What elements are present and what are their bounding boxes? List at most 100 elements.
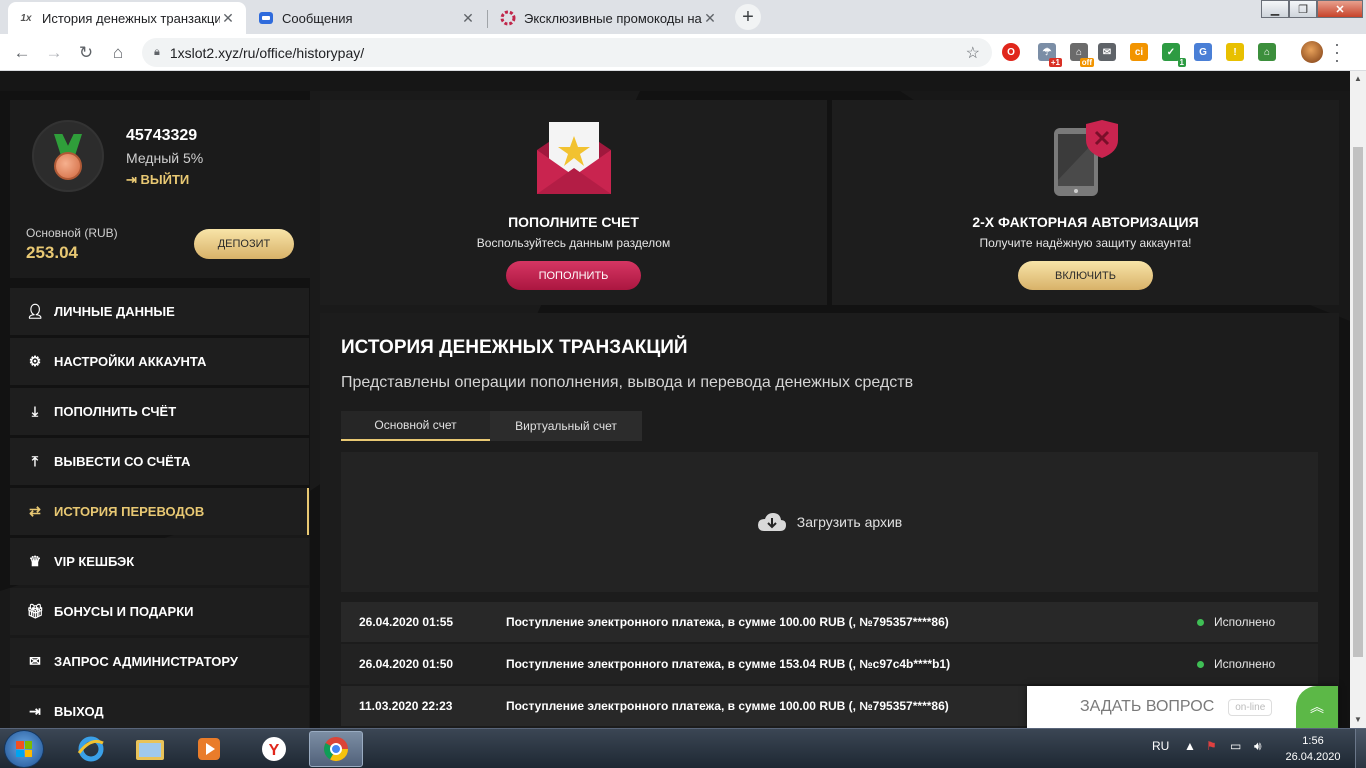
clock-time: 1:56 <box>1302 735 1324 747</box>
crown-icon: ♛ <box>28 553 42 569</box>
tab-virtual-account[interactable]: Виртуальный счет <box>490 411 642 441</box>
close-icon[interactable]: ✕ <box>460 10 476 27</box>
ext-badge: 1 <box>1177 58 1186 67</box>
tab-title: Сообщения <box>282 10 353 26</box>
gift-icon: 🎁︎ <box>26 603 44 619</box>
tab-main-account[interactable]: Основной счет <box>341 411 490 441</box>
opera-ext-icon[interactable]: O <box>1002 43 1020 61</box>
phone-shield-icon <box>1054 120 1118 196</box>
cloud-download-icon <box>757 513 786 531</box>
media-player-taskbar-icon[interactable] <box>182 731 236 767</box>
menu-account-settings[interactable]: ⚙ НАСТРОЙКИ АККАУНТА <box>10 338 309 385</box>
ci-ext-icon[interactable]: ci <box>1130 43 1148 61</box>
menu-personal-data[interactable]: 👤︎ ЛИЧНЫЕ ДАННЫЕ <box>10 288 309 335</box>
reload-icon[interactable]: ↻ <box>73 40 99 66</box>
logout-link[interactable]: ⇥ ВЫЙТИ <box>126 172 189 188</box>
menu-bonuses[interactable]: 🎁︎ БОНУСЫ И ПОДАРКИ <box>10 588 309 635</box>
table-row: 26.04.2020 01:55 Поступление электронног… <box>341 602 1318 642</box>
promo-subtitle: Воспользуйтесь данным разделом <box>476 236 671 250</box>
close-icon[interactable]: ✕ <box>220 10 236 27</box>
windows-taskbar: Y RU ▲ ⚑ ▭ 🔊︎ 1:56 26.04.2020 <box>0 728 1366 768</box>
tab-promocodes[interactable]: Эксклюзивные промокоды на ф ✕ <box>490 2 728 34</box>
show-desktop-button[interactable] <box>1355 729 1366 768</box>
account-tabs: Основной счет Виртуальный счет <box>341 411 642 441</box>
volume-icon[interactable]: 🔊︎ <box>1254 739 1262 754</box>
monitor-icon[interactable]: ▭ <box>1230 739 1241 753</box>
language-indicator[interactable]: RU <box>1152 739 1169 753</box>
restore-icon[interactable]: ❐ <box>1289 0 1317 18</box>
forward-arrow-icon[interactable]: → <box>41 40 67 66</box>
logout-label: ВЫЙТИ <box>140 172 190 187</box>
user-level: Медный 5% <box>126 150 204 166</box>
menu-exit[interactable]: ⇥ ВЫХОД <box>10 688 309 728</box>
more-menu-icon[interactable]: · · · <box>1334 35 1340 69</box>
menu-label: ПОПОЛНИТЬ СЧЁТ <box>54 404 177 419</box>
menu-withdraw[interactable]: ⤒ ВЫВЕСТИ СО СЧЁТА <box>10 438 309 485</box>
download-archive-button[interactable]: Загрузить архив <box>341 452 1318 592</box>
scroll-up-icon[interactable]: ▲ <box>1350 71 1366 87</box>
row-description: Поступление электронного платежа, в сумм… <box>506 657 951 671</box>
archive-label: Загрузить архив <box>796 514 903 530</box>
network-error-icon[interactable]: ⚑ <box>1206 739 1217 753</box>
scroll-thumb[interactable] <box>1353 147 1363 657</box>
yandex-browser-taskbar-icon[interactable]: Y <box>247 731 301 767</box>
deposit-button[interactable]: ДЕПОЗИТ <box>194 229 294 259</box>
ie-taskbar-icon[interactable] <box>64 731 118 767</box>
window-controls: ▁ ❐ ✕ <box>1261 0 1363 20</box>
gears-icon: ⚙ <box>28 353 42 369</box>
shop-ext-icon[interactable]: ⌂ off <box>1070 43 1094 67</box>
chrome-taskbar-icon[interactable] <box>309 731 363 767</box>
tray-expand-icon[interactable]: ▲ <box>1184 739 1196 753</box>
row-date: 26.04.2020 01:50 <box>359 657 454 671</box>
home-icon[interactable]: ⌂ <box>105 40 131 66</box>
menu-label: ЛИЧНЫЕ ДАННЫЕ <box>54 304 175 319</box>
user-add-icon: 👤︎ <box>26 303 44 319</box>
profile-avatar[interactable] <box>1301 41 1323 63</box>
online-badge: on-line <box>1228 698 1273 716</box>
weather-ext-icon[interactable]: ☂ +1 <box>1038 43 1062 67</box>
user-id: 45743329 <box>126 127 198 144</box>
menu-transfer-history[interactable]: ⇄ ИСТОРИЯ ПЕРЕВОДОВ <box>10 488 309 535</box>
mail-ext-icon[interactable]: ✉ <box>1098 43 1116 61</box>
menu-admin-request[interactable]: ✉ ЗАПРОС АДМИНИСТРАТОРУ <box>10 638 309 685</box>
bookmark-star-icon[interactable]: ☆ <box>966 43 980 63</box>
transaction-history-panel: ИСТОРИЯ ДЕНЕЖНЫХ ТРАНЗАКЦИЙ Представлены… <box>320 313 1339 728</box>
promo-2fa-card: 2-Х ФАКТОРНАЯ АВТОРИЗАЦИЯ Получите надёж… <box>832 100 1339 305</box>
url-text: 1xslot2.xyz/ru/office/historypay/ <box>169 44 365 61</box>
tab-history[interactable]: 1x История денежных транзакций ✕ <box>8 2 246 34</box>
tab-title: История денежных транзакций <box>42 10 220 26</box>
tab-messages[interactable]: Сообщения ✕ <box>248 2 486 34</box>
system-clock[interactable]: 1:56 26.04.2020 <box>1282 733 1344 765</box>
alert-ext-icon[interactable]: ! <box>1226 43 1244 61</box>
start-button[interactable] <box>4 730 44 768</box>
explorer-taskbar-icon[interactable] <box>123 731 177 767</box>
page-viewport: 45743329 Медный 5% ⇥ ВЫЙТИ Основной (RUB… <box>0 71 1350 728</box>
close-icon[interactable]: ✕ <box>702 10 718 27</box>
copper-medal-icon <box>32 120 104 192</box>
row-status: Исполнено <box>1197 615 1318 629</box>
status-dot-icon <box>1197 660 1204 668</box>
top-up-button[interactable]: ПОПОЛНИТЬ <box>506 261 641 290</box>
minimize-icon[interactable]: ▁ <box>1261 0 1289 18</box>
back-arrow-icon[interactable]: ← <box>9 40 35 66</box>
scroll-down-icon[interactable]: ▼ <box>1350 712 1366 728</box>
menu-deposit[interactable]: ⤓ ПОПОЛНИТЬ СЧЁТ <box>10 388 309 435</box>
page-scrollbar[interactable]: ▲ ▼ <box>1350 71 1366 728</box>
status-label: Исполнено <box>1214 657 1276 671</box>
new-tab-button[interactable]: + <box>735 4 761 30</box>
logout-icon: ⇥ <box>126 172 141 187</box>
ask-question-widget[interactable]: ЗАДАТЬ ВОПРОС on-line ︽ <box>1027 686 1338 728</box>
check-ext-icon[interactable]: ✓ 1 <box>1162 43 1186 67</box>
address-bar[interactable]: 🔒︎ 1xslot2.xyz/ru/office/historypay/ ☆ <box>142 38 992 67</box>
window-close-icon[interactable]: ✕ <box>1317 0 1363 18</box>
envelope-star-icon <box>537 122 611 194</box>
translate-ext-icon[interactable]: G <box>1194 43 1212 61</box>
home-ext-icon[interactable]: ⌂ <box>1258 43 1276 61</box>
chevron-up-icon[interactable]: ︽ <box>1296 686 1338 728</box>
ask-question-label: ЗАДАТЬ ВОПРОС <box>1080 698 1215 715</box>
download-icon: ⤓ <box>31 403 39 419</box>
lock-icon: 🔒︎ <box>154 46 160 58</box>
enable-2fa-button[interactable]: ВКЛЮЧИТЬ <box>1018 261 1153 290</box>
row-date: 26.04.2020 01:55 <box>359 615 454 629</box>
menu-vip-cashback[interactable]: ♛ VIP КЕШБЭК <box>10 538 309 585</box>
